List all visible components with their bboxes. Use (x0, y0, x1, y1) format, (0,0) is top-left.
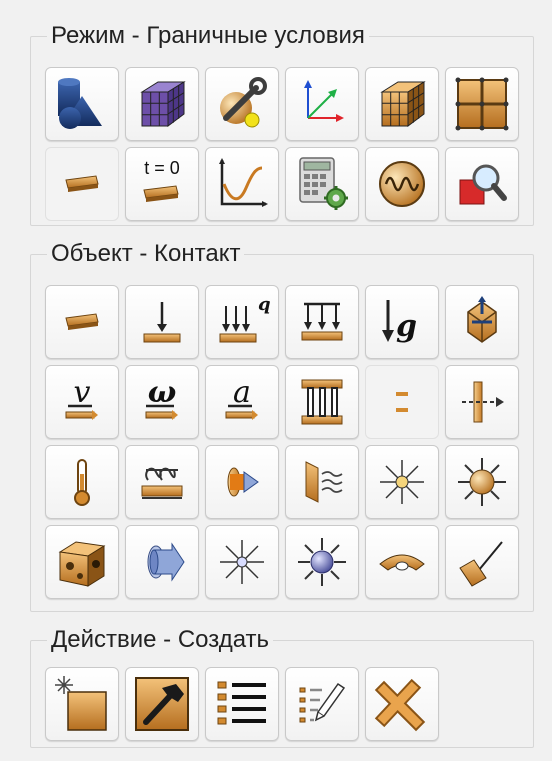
grid-button[interactable] (445, 67, 519, 141)
grid-layout-icon (455, 77, 509, 131)
create-new-button[interactable] (45, 667, 119, 741)
volume-heat-icon (58, 541, 106, 587)
pressure-button[interactable] (285, 285, 359, 359)
acceleration-icon: a (225, 375, 258, 420)
delete-button[interactable] (365, 667, 439, 741)
material-button[interactable] (205, 67, 279, 141)
gap-button[interactable] (365, 365, 439, 439)
coordinate-system-button[interactable] (285, 67, 359, 141)
measure-button[interactable] (445, 525, 519, 599)
boundary-conditions-button[interactable] (45, 147, 119, 221)
velocity-icon: v (65, 375, 98, 420)
edit-hammer-icon (135, 677, 189, 731)
volume-heat-button[interactable] (45, 525, 119, 599)
rigid-connection-button[interactable] (285, 365, 359, 439)
coordinate-axes-icon (304, 80, 344, 122)
radiation-button[interactable] (365, 445, 439, 519)
geometry-shapes-icon (58, 78, 102, 129)
displacement-icon (462, 381, 504, 423)
meshed-solid-icon (380, 81, 426, 127)
geometry-button[interactable] (45, 67, 119, 141)
distributed-load-button[interactable]: q (205, 285, 279, 359)
result-inspect-button[interactable] (445, 147, 519, 221)
force-icon (143, 302, 181, 343)
mode-boundary-conditions-group: Режим - Граничные условия t = 0 (30, 21, 534, 226)
point-heat-source-icon (458, 458, 506, 506)
mesh-cube-icon (140, 81, 186, 127)
contact-surface-button[interactable] (45, 285, 119, 359)
initial-time-label: t = 0 (144, 158, 180, 178)
initial-conditions-button[interactable]: t = 0 (125, 147, 199, 221)
mesh-button[interactable] (125, 67, 199, 141)
calculation-button[interactable] (285, 147, 359, 221)
displacement-button[interactable] (445, 365, 519, 439)
action-create-group: Действие - Создать (30, 625, 534, 748)
boundary-conditions-icon (65, 175, 99, 192)
edit-list-icon (299, 682, 346, 723)
time-function-button[interactable] (205, 147, 279, 221)
angular-velocity-button[interactable]: ω (125, 365, 199, 439)
measure-icon (459, 541, 503, 587)
heat-source-icon (141, 467, 183, 499)
edit-list-button[interactable] (285, 667, 359, 741)
convection-icon (305, 461, 343, 503)
mode-group-title: Режим - Граничные условия (47, 21, 369, 51)
create-new-icon (55, 676, 107, 731)
time-function-icon (219, 158, 268, 207)
list-icon (217, 681, 266, 725)
action-group-title: Действие - Создать (47, 625, 274, 655)
oscillation-icon (379, 161, 425, 207)
flow-icon (147, 542, 185, 582)
temperature-icon (74, 459, 90, 506)
heat-flux-button[interactable] (205, 445, 279, 519)
temperature-button[interactable] (45, 445, 119, 519)
rotation-center-icon (467, 296, 497, 343)
result-inspect-icon (459, 164, 507, 205)
gravity-icon: g (382, 300, 417, 344)
convection-button[interactable] (285, 445, 359, 519)
flow-button[interactable] (125, 525, 199, 599)
point-heat-source-button[interactable] (445, 445, 519, 519)
meshed-solid-button[interactable] (365, 67, 439, 141)
rotation-center-button[interactable] (445, 285, 519, 359)
bend-icon (379, 554, 425, 571)
list-button[interactable] (205, 667, 279, 741)
delete-icon (374, 678, 426, 732)
velocity-button[interactable]: v (45, 365, 119, 439)
initial-conditions-icon: t = 0 (143, 158, 180, 202)
edit-hammer-button[interactable] (125, 667, 199, 741)
heat-flux-icon (227, 467, 259, 497)
radiation-source-button[interactable] (285, 525, 359, 599)
gravity-button[interactable]: g (365, 285, 439, 359)
load-q-label: q (258, 294, 271, 315)
radiation-light-icon (220, 540, 264, 584)
material-settings-icon (220, 77, 267, 128)
radiation-source-icon (298, 538, 346, 586)
calculation-icon (299, 157, 348, 210)
acceleration-button[interactable]: a (205, 365, 279, 439)
pressure-icon (301, 302, 343, 341)
force-button[interactable] (125, 285, 199, 359)
heat-source-button[interactable] (125, 445, 199, 519)
bend-button[interactable] (365, 525, 439, 599)
radiation-light-button[interactable] (205, 525, 279, 599)
gap-icon (396, 392, 408, 412)
oscillation-button[interactable] (365, 147, 439, 221)
rigid-connection-icon (301, 379, 343, 425)
distributed-load-icon: q (219, 294, 271, 343)
radiation-icon (380, 460, 424, 504)
object-group-title: Объект - Контакт (47, 239, 245, 269)
object-contact-group: Объект - Контакт q g v ω a (30, 239, 534, 612)
angular-velocity-icon: ω (145, 375, 178, 420)
contact-surface-icon (65, 313, 99, 330)
gravity-g-label: g (396, 309, 417, 344)
